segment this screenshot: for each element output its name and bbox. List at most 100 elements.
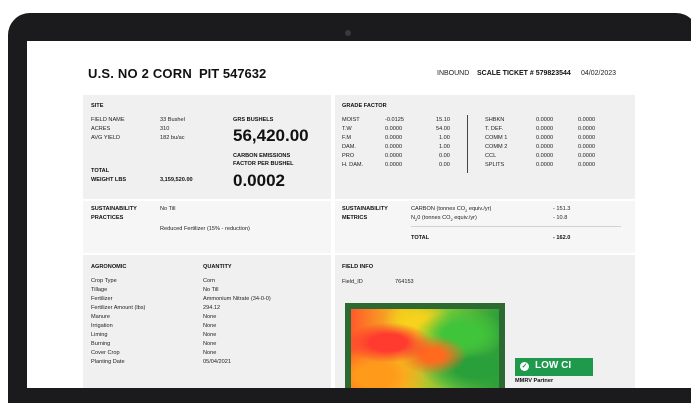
scale-ticket: SCALE TICKET # 579823544: [477, 70, 571, 77]
grade-label: COMM 2: [485, 144, 508, 150]
carbon-factor-label: FACTOR PER BUSHEL: [233, 161, 294, 167]
agronomic-heading: AGRONOMIC: [91, 264, 127, 270]
site-row-label: AVG YIELD: [91, 135, 121, 141]
field-heatmap-fill: [351, 309, 499, 388]
grade-value: 0.00: [439, 162, 450, 168]
practice-item: Reduced Fertilizer (15% - reduction): [160, 226, 250, 232]
total-weight-label: WEIGHT LBS: [91, 177, 127, 183]
agronomic-label: Fertilizer Amount (lbs): [91, 305, 146, 311]
agronomic-value: Ammonium Nitrate (34-0-0): [203, 296, 271, 302]
metrics-panel: SUSTAINABILITY METRICS CARBON (tonnes CO…: [335, 201, 635, 253]
grade-value: 0.0000: [536, 162, 554, 168]
grade-value: 0.0000: [578, 144, 596, 150]
metrics-divider: [411, 226, 621, 227]
grade-factor-panel: GRADE FACTOR MOIST -0.0125 15.10 T.W 0.0…: [335, 95, 635, 199]
check-circle-icon: ✓: [520, 362, 529, 371]
site-row-label: ACRES: [91, 126, 111, 132]
total-weight-value: 3,159,520.00: [160, 177, 193, 183]
ticket-header: U.S. NO 2 CORN PIT 547632 INBOUND SCALE …: [27, 66, 691, 84]
grade-label: T. DEF.: [485, 126, 504, 132]
practices-heading: PRACTICES: [91, 215, 124, 221]
grade-value: 0.0000: [385, 153, 403, 159]
agronomic-value: Corn: [203, 278, 216, 284]
metrics-total-label: TOTAL: [411, 235, 430, 241]
grade-value: 0.0000: [578, 153, 596, 159]
grade-label: COMM 1: [485, 135, 508, 141]
site-row-label: FIELD NAME: [91, 117, 125, 123]
low-ci-badge: ✓ LOW CI: [515, 358, 593, 376]
grade-label: PRO: [342, 153, 355, 159]
site-row-value: 310: [160, 126, 170, 132]
n2o-metric-label: N20 (tonnes CO2 equiv./yr): [411, 215, 477, 223]
grade-label: MOIST: [342, 117, 360, 123]
agronomic-label: Manure: [91, 314, 110, 320]
agronomic-label: Irrigation: [91, 323, 113, 329]
carbon-factor-label: CARBON EMISSIONS: [233, 153, 291, 159]
metrics-heading: METRICS: [342, 215, 368, 221]
quantity-heading: QUANTITY: [203, 264, 232, 270]
ticket-date: 04/02/2023: [581, 70, 617, 77]
carbon-metric-value: - 151.3: [553, 206, 571, 212]
agronomic-label: Crop Type: [91, 278, 117, 284]
grade-label: SPLITS: [485, 162, 505, 168]
grade-value: 0.00: [439, 153, 450, 159]
commodity-title: U.S. NO 2 CORN: [88, 66, 192, 81]
agronomic-label: Planting Date: [91, 359, 125, 365]
practices-panel: SUSTAINABILITY PRACTICES No Till Reduced…: [83, 201, 331, 253]
site-row-value: 182 bu/ac: [160, 135, 185, 141]
agronomic-value: None: [203, 332, 217, 338]
grade-label: H. DAM.: [342, 162, 364, 168]
camera-dot: [345, 30, 351, 36]
agronomic-value: None: [203, 314, 217, 320]
grade-value: 0.0000: [578, 117, 596, 123]
grade-label: F.M: [342, 135, 352, 141]
grade-value: 0.0000: [385, 162, 403, 168]
grade-value: 0.0000: [536, 144, 554, 150]
grade-value: 15.10: [436, 117, 450, 123]
grs-bushels-value: 56,420.00: [233, 126, 309, 145]
grade-value: 0.0000: [536, 135, 554, 141]
grade-value: 0.0000: [536, 117, 554, 123]
mmrv-partner: MMRV Partner: [515, 378, 554, 384]
agronomic-value: None: [203, 323, 217, 329]
field-info-heading: FIELD INFO: [342, 264, 374, 270]
practices-heading: SUSTAINABILITY: [91, 206, 137, 212]
grade-value: 0.0000: [385, 135, 403, 141]
site-heading: SITE: [91, 103, 104, 109]
metrics-heading: SUSTAINABILITY: [342, 206, 388, 212]
grade-value: 1.00: [439, 144, 450, 150]
agronomic-value: No Till: [203, 287, 219, 293]
grade-value: 0.0000: [536, 153, 554, 159]
agronomic-label: Burning: [91, 341, 111, 347]
grade-label: DAM.: [342, 144, 356, 150]
grade-label: T.W: [342, 126, 352, 132]
grade-value: -0.0125: [385, 117, 404, 123]
low-ci-label: LOW CI: [535, 360, 572, 371]
practice-item: No Till: [160, 206, 176, 212]
pit-number: PIT 547632: [199, 66, 267, 81]
grade-value: 54.00: [436, 126, 450, 132]
field-heatmap-image[interactable]: [345, 303, 505, 388]
grade-factor-heading: GRADE FACTOR: [342, 103, 387, 109]
n2o-metric-value: - 10.8: [553, 215, 568, 221]
ticket-screen: U.S. NO 2 CORN PIT 547632 INBOUND SCALE …: [27, 41, 691, 388]
grade-label: CCL: [485, 153, 497, 159]
grade-value: 0.0000: [385, 144, 403, 150]
agronomic-value: 05/04/2021: [203, 359, 231, 365]
site-panel: SITE FIELD NAME 33 Bushel ACRES 310 AVG …: [83, 95, 331, 199]
grade-value: 0.0000: [536, 126, 554, 132]
grade-divider: [467, 115, 468, 173]
grade-label: SHBKN: [485, 117, 505, 123]
grade-value: 1.00: [439, 135, 450, 141]
agronomic-value: 294.12: [203, 305, 221, 311]
agronomic-value: None: [203, 350, 217, 356]
inbound-label: INBOUND: [437, 70, 470, 77]
grade-value: 0.0000: [578, 126, 596, 132]
agronomic-label: Fertilizer: [91, 296, 113, 302]
site-row-value: 33 Bushel: [160, 117, 185, 123]
agronomic-label: Tillage: [91, 287, 108, 293]
agronomic-label: Liming: [91, 332, 108, 338]
metrics-total-value: - 162.0: [553, 235, 571, 241]
agronomic-panel: AGRONOMIC QUANTITY Crop Type Corn Tillag…: [83, 255, 331, 388]
grade-value: 0.0000: [385, 126, 403, 132]
